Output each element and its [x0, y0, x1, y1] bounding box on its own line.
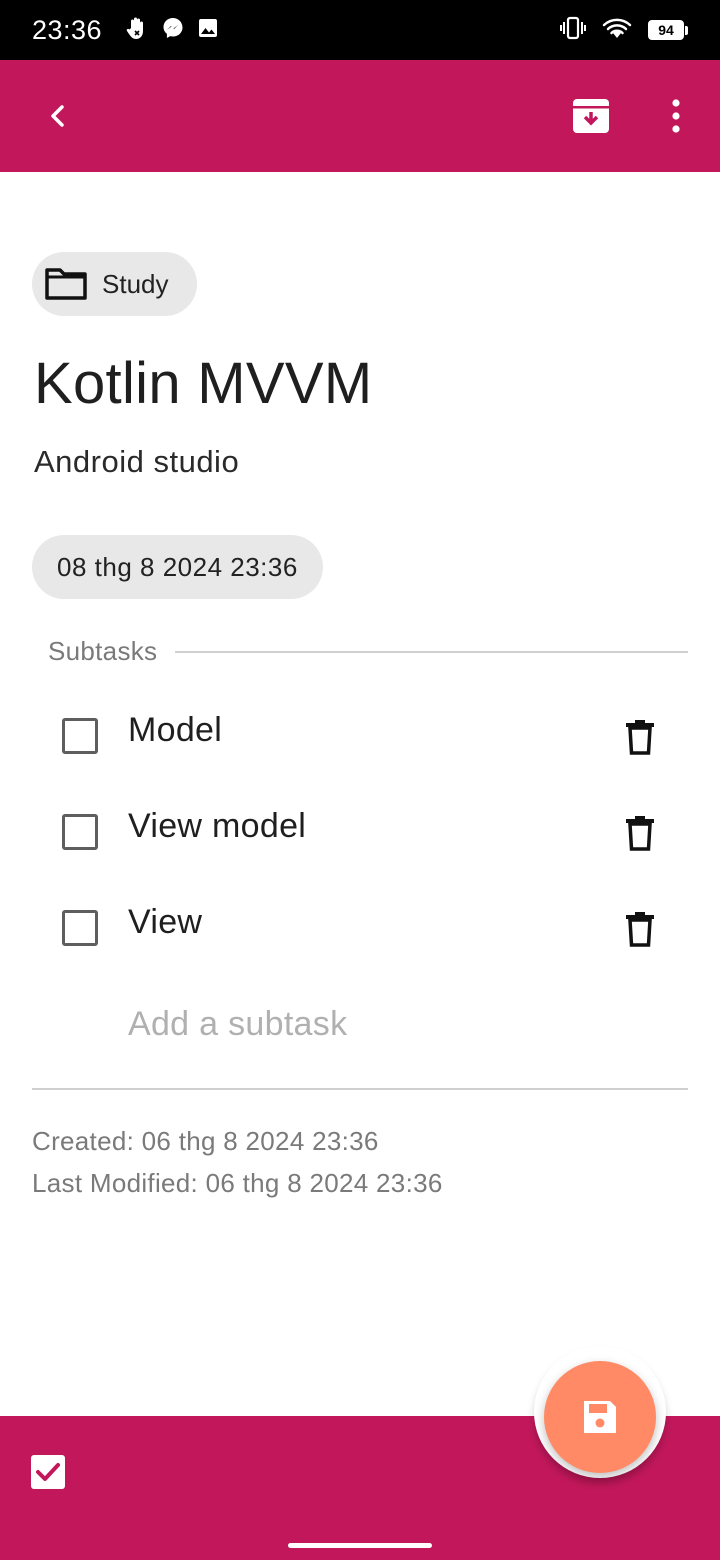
trash-icon	[626, 816, 654, 851]
task-description[interactable]: Android studio	[34, 444, 239, 480]
battery-level: 94	[648, 20, 684, 40]
subtask-text[interactable]: Model	[128, 711, 222, 750]
category-chip[interactable]: Study	[32, 252, 197, 316]
modified-timestamp: Last Modified: 06 thg 8 2024 23:36	[32, 1168, 443, 1198]
save-icon	[584, 1401, 616, 1433]
wifi-icon	[602, 17, 632, 44]
back-button[interactable]	[30, 88, 86, 144]
subtask-checkbox[interactable]	[62, 814, 98, 850]
folder-icon	[45, 268, 87, 300]
subtask-checkbox[interactable]	[62, 910, 98, 946]
task-title[interactable]: Kotlin MVVM	[34, 350, 373, 417]
chevron-left-icon	[51, 105, 64, 127]
subtask-row: Model	[0, 689, 720, 785]
delete-subtask-button[interactable]	[612, 903, 668, 955]
system-icons: 94	[560, 16, 688, 45]
subtask-row: View model	[0, 785, 720, 881]
top-app-bar	[0, 60, 720, 172]
gesture-nav-handle[interactable]	[288, 1543, 432, 1548]
subtask-row: View	[0, 881, 720, 977]
subtasks-label: Subtasks	[48, 636, 158, 666]
created-timestamp: Created: 06 thg 8 2024 23:36	[32, 1126, 379, 1156]
delete-subtask-button[interactable]	[612, 807, 668, 859]
image-icon	[198, 18, 218, 43]
subtask-text[interactable]: View	[128, 903, 202, 942]
subtask-text[interactable]: View model	[128, 807, 306, 846]
save-fab[interactable]	[544, 1361, 656, 1473]
hand-icon	[126, 16, 148, 45]
meta-divider	[32, 1088, 688, 1090]
archive-icon	[573, 99, 609, 133]
notification-icons	[126, 16, 218, 45]
mark-done-button[interactable]	[26, 1450, 70, 1494]
archive-button[interactable]	[563, 88, 619, 144]
category-label: Study	[102, 268, 169, 299]
trash-icon	[626, 912, 654, 947]
more-vert-icon	[672, 99, 680, 133]
subtasks-divider	[175, 650, 688, 653]
trash-icon	[626, 720, 654, 755]
status-bar: 23:36 94	[0, 0, 720, 60]
subtasks-header: Subtasks	[48, 636, 688, 667]
status-time: 23:36	[32, 14, 103, 45]
messenger-icon	[162, 17, 184, 44]
vibrate-icon	[560, 16, 586, 45]
subtask-checkbox[interactable]	[62, 718, 98, 754]
more-options-button[interactable]	[648, 88, 704, 144]
add-subtask-input[interactable]: Add a subtask	[128, 1005, 347, 1044]
checkbox-checked-icon	[31, 1455, 65, 1489]
battery-icon: 94	[648, 20, 688, 40]
due-date-chip[interactable]: 08 thg 8 2024 23:36	[32, 535, 323, 599]
delete-subtask-button[interactable]	[612, 711, 668, 763]
